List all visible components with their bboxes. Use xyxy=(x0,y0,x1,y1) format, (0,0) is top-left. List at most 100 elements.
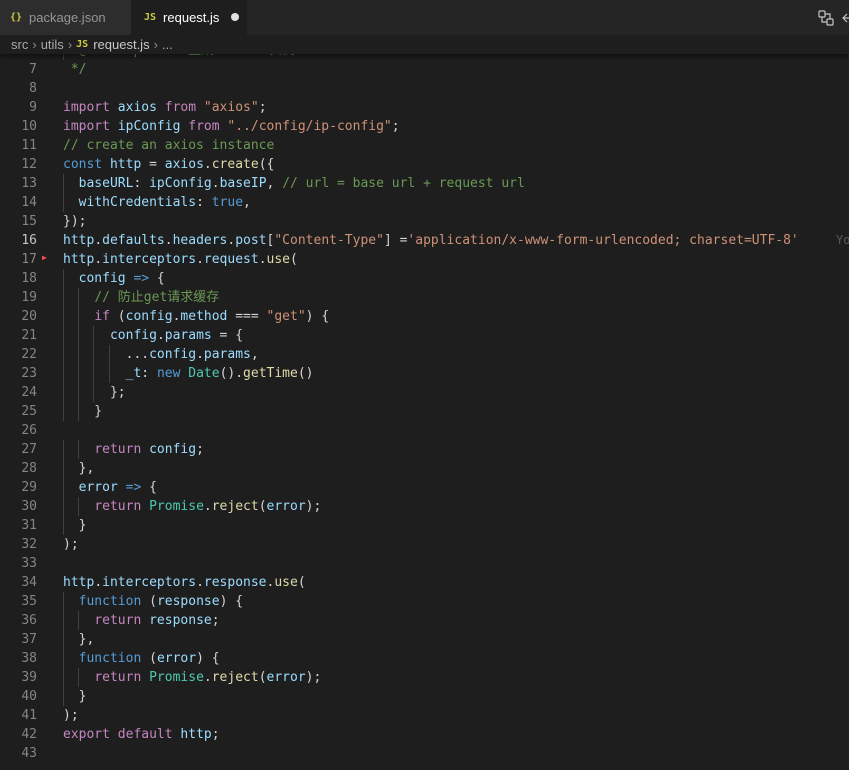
breadcrumb-src[interactable]: src xyxy=(11,37,28,52)
line-code: @Description: 生成 axios 实例 xyxy=(63,53,295,60)
code-line[interactable]: 8 xyxy=(0,79,849,98)
code-line[interactable]: 38 function (error) { xyxy=(0,649,849,668)
code-line[interactable]: 32); xyxy=(0,535,849,554)
line-code: _t: new Date().getTime() xyxy=(63,364,314,383)
line-number: 29 xyxy=(21,480,37,495)
code-line[interactable]: 15}); xyxy=(0,212,849,231)
code-line[interactable]: 36 return response; xyxy=(0,611,849,630)
json-file-icon: {} xyxy=(10,12,23,23)
code-line[interactable]: 31 } xyxy=(0,516,849,535)
code-line[interactable]: 17 ▶ http.interceptors.request.use( xyxy=(0,250,849,269)
code-line[interactable]: 14 withCredentials: true, xyxy=(0,193,849,212)
code-token: */ xyxy=(63,62,87,77)
line-number: 24 xyxy=(21,385,37,400)
code-token: : xyxy=(133,176,150,191)
code-line[interactable]: 19 // 防止get请求缓存 xyxy=(0,288,849,307)
unsaved-changes-dot-icon[interactable] xyxy=(231,13,239,21)
code-line[interactable]: 9 import axios from "axios"; xyxy=(0,98,849,117)
code-line[interactable]: 33 xyxy=(0,554,849,573)
code-line[interactable]: 29 error => { xyxy=(0,478,849,497)
code-line[interactable]: 41); xyxy=(0,706,849,725)
code-token: . xyxy=(196,575,204,590)
code-token: Promise xyxy=(149,499,204,514)
code-line[interactable]: 6 @Description: 生成 axios 实例 xyxy=(0,53,849,60)
code-line[interactable]: 20 if (config.method === "get") { xyxy=(0,307,849,326)
code-token: . xyxy=(203,499,212,514)
code-token: http xyxy=(109,157,142,172)
code-editor[interactable]: 6 @Description: 生成 axios 实例7 */89import … xyxy=(0,53,849,770)
line-code: const http = axios.create({ xyxy=(63,155,274,174)
code-line[interactable]: 11 // create an axios instance xyxy=(0,136,849,155)
line-number: 41 xyxy=(21,708,37,723)
line-number: 12 xyxy=(21,157,37,172)
code-line[interactable]: 16 http.defaults.headers.post["Content-Ty… xyxy=(0,231,849,250)
code-line[interactable]: 18 config => { xyxy=(0,269,849,288)
code-token: . xyxy=(211,176,220,191)
code-token: reject xyxy=(211,499,259,514)
code-token: axios xyxy=(117,100,157,115)
code-line[interactable]: 22 ...config.params, xyxy=(0,345,849,364)
tab-request-js[interactable]: JS request.js xyxy=(131,0,247,35)
code-token: baseURL xyxy=(78,176,134,191)
code-token: getTime xyxy=(243,366,298,381)
line-code: ...config.params, xyxy=(63,345,259,364)
code-token: ( xyxy=(258,670,267,685)
breadcrumb-utils[interactable]: utils xyxy=(41,37,64,52)
code-token: () xyxy=(297,366,314,381)
inline-blame-hint: Yo xyxy=(836,233,849,247)
tab-package-json[interactable]: {} package.json xyxy=(0,0,131,35)
code-line[interactable]: 42 export default http; xyxy=(0,725,849,744)
code-line[interactable]: 39 return Promise.reject(error); xyxy=(0,668,849,687)
code-token: "Content-Type" xyxy=(274,233,384,248)
code-token: = { xyxy=(211,328,244,343)
code-line[interactable]: 26 xyxy=(0,421,849,440)
code-line[interactable]: 27 return config; xyxy=(0,440,849,459)
code-token: response xyxy=(149,613,212,628)
code-token: ; xyxy=(258,100,267,115)
code-token: . xyxy=(156,328,165,343)
line-number: 40 xyxy=(21,689,37,704)
code-line[interactable]: 23 _t: new Date().getTime() xyxy=(0,364,849,383)
code-line[interactable]: 34 http.interceptors.response.use( xyxy=(0,573,849,592)
line-code: ); xyxy=(63,706,79,725)
code-line[interactable]: 24 }; xyxy=(0,383,849,402)
line-code: if (config.method === "get") { xyxy=(63,307,329,326)
code-token: 'application/x-www-form-urlencoded; char… xyxy=(407,233,799,248)
code-line[interactable]: 30 return Promise.reject(error); xyxy=(0,497,849,516)
js-file-icon: JS xyxy=(144,12,157,23)
code-line[interactable]: 13 baseURL: ipConfig.baseIP, // url = ba… xyxy=(0,174,849,193)
code-token: method xyxy=(180,309,228,324)
code-line[interactable]: 43 xyxy=(0,744,849,763)
code-line[interactable]: 21 config.params = { xyxy=(0,326,849,345)
code-line[interactable]: 7 */ xyxy=(0,60,849,79)
code-line[interactable]: 35 function (response) { xyxy=(0,592,849,611)
code-line[interactable]: 28 }, xyxy=(0,459,849,478)
code-token: import xyxy=(63,100,110,115)
code-line[interactable]: 40 } xyxy=(0,687,849,706)
go-back-arrow-icon[interactable] xyxy=(841,7,849,29)
code-token: ) { xyxy=(196,651,220,666)
compare-changes-icon[interactable] xyxy=(815,7,837,29)
code-line[interactable]: 10 import ipConfig from "../config/ip-con… xyxy=(0,117,849,136)
breadcrumb-file[interactable]: request.js xyxy=(93,37,149,52)
code-token: config xyxy=(78,271,126,286)
code-token: const xyxy=(63,157,103,172)
line-number: 7 xyxy=(29,62,37,77)
line-code: http.defaults.headers.post["Content-Type… xyxy=(63,231,799,250)
breadcrumb-symbols[interactable]: ... xyxy=(162,37,173,52)
code-token: http xyxy=(180,727,212,742)
code-line[interactable]: 37 }, xyxy=(0,630,849,649)
code-token: response xyxy=(156,594,220,609)
code-line[interactable]: 25 } xyxy=(0,402,849,421)
code-line[interactable]: 12 const http = axios.create({ xyxy=(0,155,849,174)
arrow-marker-icon: ▶ xyxy=(42,253,47,262)
code-token: "axios" xyxy=(203,100,259,115)
line-code: // 防止get请求缓存 xyxy=(63,288,219,307)
code-token: ipConfig xyxy=(117,119,181,134)
code-token: return xyxy=(94,442,142,457)
